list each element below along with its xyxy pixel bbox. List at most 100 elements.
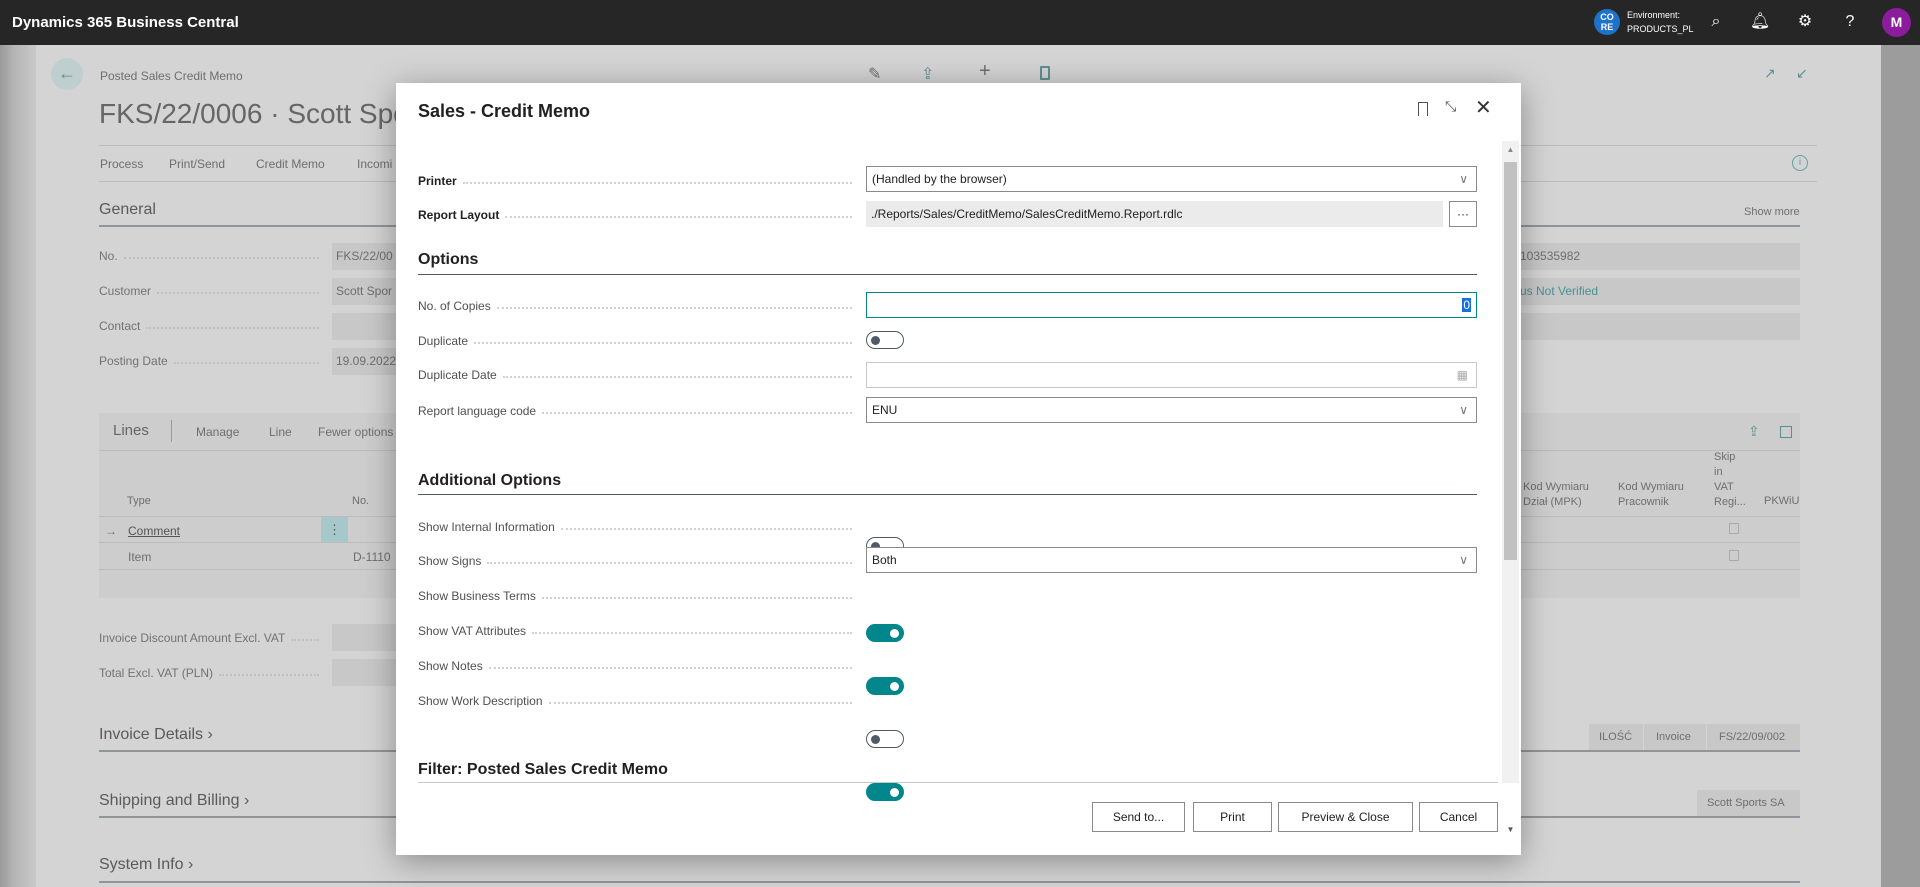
language-select[interactable]: ENU ∨ <box>866 397 1477 423</box>
chevron-down-icon: ∨ <box>1459 403 1468 417</box>
field-label: Total Excl. VAT (PLN) <box>99 666 214 680</box>
avatar[interactable]: M <box>1882 8 1911 37</box>
scrollbar-thumb[interactable] <box>1504 162 1517 560</box>
chip: FS/22/09/002 <box>1707 724 1800 751</box>
top-bar: Dynamics 365 Business Central CO RE Envi… <box>0 0 1920 45</box>
bookmark-icon[interactable] <box>1418 102 1428 116</box>
work-description-toggle[interactable] <box>866 783 904 801</box>
search-icon[interactable]: ⌕ <box>1705 11 1727 33</box>
background-strip <box>0 45 36 887</box>
page-title: FKS/22/0006 · Scott Sport <box>99 98 426 129</box>
plus-icon[interactable]: + <box>979 60 991 83</box>
duplicate-toggle[interactable] <box>866 331 904 349</box>
layout-lookup-button[interactable]: ··· <box>1449 201 1477 227</box>
action-incoming[interactable]: Incomi <box>357 157 392 171</box>
row-type[interactable]: Comment <box>128 524 180 538</box>
section-system-info[interactable]: System Info › <box>99 856 193 874</box>
action-credit-memo[interactable]: Credit Memo <box>256 157 325 171</box>
share-icon[interactable]: ⇪ <box>1748 423 1760 440</box>
row-menu-icon[interactable]: ⋮ <box>321 517 348 542</box>
field-label: No. <box>99 249 118 263</box>
checkbox[interactable] <box>1729 550 1739 561</box>
field-label: Contact <box>99 319 141 333</box>
scroll-up-icon[interactable]: ▲ <box>1502 141 1519 158</box>
vat-attributes-toggle[interactable] <box>866 677 904 695</box>
options-header[interactable]: Options <box>418 251 478 269</box>
business-terms-toggle[interactable] <box>866 624 904 642</box>
divider <box>418 274 1477 275</box>
calendar-icon[interactable]: ▦ <box>1457 363 1468 387</box>
row-type[interactable]: Item <box>128 550 151 564</box>
environment-name[interactable]: PRODUCTS_PL <box>1627 24 1694 34</box>
scrollbar[interactable]: ▲ ▼ <box>1502 141 1519 834</box>
app-title[interactable]: Dynamics 365 Business Central <box>12 14 239 31</box>
popout-icon[interactable]: ↗ <box>1764 65 1776 82</box>
divider <box>171 420 172 442</box>
divider <box>99 881 1800 883</box>
additional-options-header[interactable]: Additional Options <box>418 472 561 490</box>
environment-badge[interactable]: CO RE <box>1594 9 1620 35</box>
printer-label: Printer <box>418 174 858 188</box>
col-dim-emp[interactable]: Kod Wymiaru Pracownik <box>1618 480 1690 510</box>
collapse-icon[interactable]: ↙ <box>1796 65 1808 82</box>
background-strip <box>1881 45 1920 887</box>
report-layout-label: Report Layout <box>418 208 858 222</box>
col-type[interactable]: Type <box>127 495 151 507</box>
lines-fewer-options[interactable]: Fewer options <box>318 425 393 439</box>
environment-label: Environment: <box>1627 10 1681 20</box>
send-to-button[interactable]: Send to... <box>1092 802 1185 832</box>
col-no[interactable]: No. <box>352 495 369 507</box>
arrow-right-icon: → <box>105 524 117 538</box>
vat-status-value[interactable]: us Not Verified <box>1500 278 1800 305</box>
lines-manage[interactable]: Manage <box>196 425 239 439</box>
checkbox[interactable] <box>1729 523 1739 534</box>
filter-header[interactable]: Filter: Posted Sales Credit Memo <box>418 761 668 779</box>
chevron-right-icon: › <box>207 726 213 743</box>
printer-select[interactable]: (Handled by the browser) ∨ <box>866 166 1477 192</box>
section-invoice-details[interactable]: Invoice Details › <box>99 726 213 744</box>
row-no[interactable]: D-1110 <box>353 550 391 564</box>
show-more-link[interactable]: Show more <box>1744 206 1800 218</box>
info-icon[interactable]: i <box>1792 155 1808 171</box>
vat-reg-value: 103535982 <box>1500 243 1800 270</box>
action-print-send[interactable]: Print/Send <box>169 157 225 171</box>
help-icon[interactable]: ? <box>1839 11 1861 33</box>
bell-icon[interactable]: 🔔︎ <box>1749 11 1771 33</box>
col-pkwiu[interactable]: PKWiU <box>1764 495 1799 507</box>
action-process[interactable]: Process <box>100 157 143 171</box>
field-customer: Customer <box>99 284 325 298</box>
gear-icon[interactable]: ⚙ <box>1794 11 1816 33</box>
breadcrumb: Posted Sales Credit Memo <box>100 69 243 83</box>
scroll-down-icon[interactable]: ▼ <box>1502 821 1519 838</box>
back-button[interactable]: ← <box>51 58 83 90</box>
edit-icon[interactable]: ✎ <box>868 64 881 84</box>
section-general[interactable]: General <box>99 201 156 219</box>
col-skip-vat[interactable]: Skip in VAT Regi... <box>1714 450 1746 510</box>
show-signs-label: Show Signs <box>418 554 858 568</box>
show-signs-select[interactable]: Both ∨ <box>866 547 1477 573</box>
work-description-label: Show Work Description <box>418 694 858 708</box>
field-label: Invoice Discount Amount Excl. VAT <box>99 631 286 645</box>
chevron-right-icon: › <box>244 792 250 809</box>
notes-toggle[interactable] <box>866 730 904 748</box>
lines-title: Lines <box>113 422 149 439</box>
report-layout-field: ./Reports/Sales/CreditMemo/SalesCreditMe… <box>866 201 1443 227</box>
collapse-icon[interactable]: ⤡ <box>1445 98 1456 115</box>
cancel-button[interactable]: Cancel <box>1419 802 1498 832</box>
trash-icon[interactable] <box>1040 66 1050 80</box>
language-label: Report language code <box>418 404 858 418</box>
copies-input[interactable]: 0 <box>866 292 1477 318</box>
preview-close-button[interactable]: Preview & Close <box>1278 802 1413 832</box>
section-shipping-billing[interactable]: Shipping and Billing › <box>99 792 249 810</box>
duplicate-label: Duplicate <box>418 334 858 348</box>
col-dim-dept[interactable]: Kod Wymiaru Dział (MPK) <box>1523 480 1595 510</box>
duplicate-date-input[interactable]: ▦ <box>866 362 1477 388</box>
print-button[interactable]: Print <box>1193 802 1272 832</box>
field-value <box>1500 313 1800 340</box>
chevron-down-icon: ∨ <box>1459 172 1468 186</box>
expand-icon[interactable] <box>1780 426 1792 438</box>
lines-line[interactable]: Line <box>269 425 292 439</box>
field-no: No. <box>99 249 325 263</box>
close-icon[interactable]: ✕ <box>1475 95 1492 120</box>
share-icon[interactable]: ⇪ <box>921 64 934 84</box>
